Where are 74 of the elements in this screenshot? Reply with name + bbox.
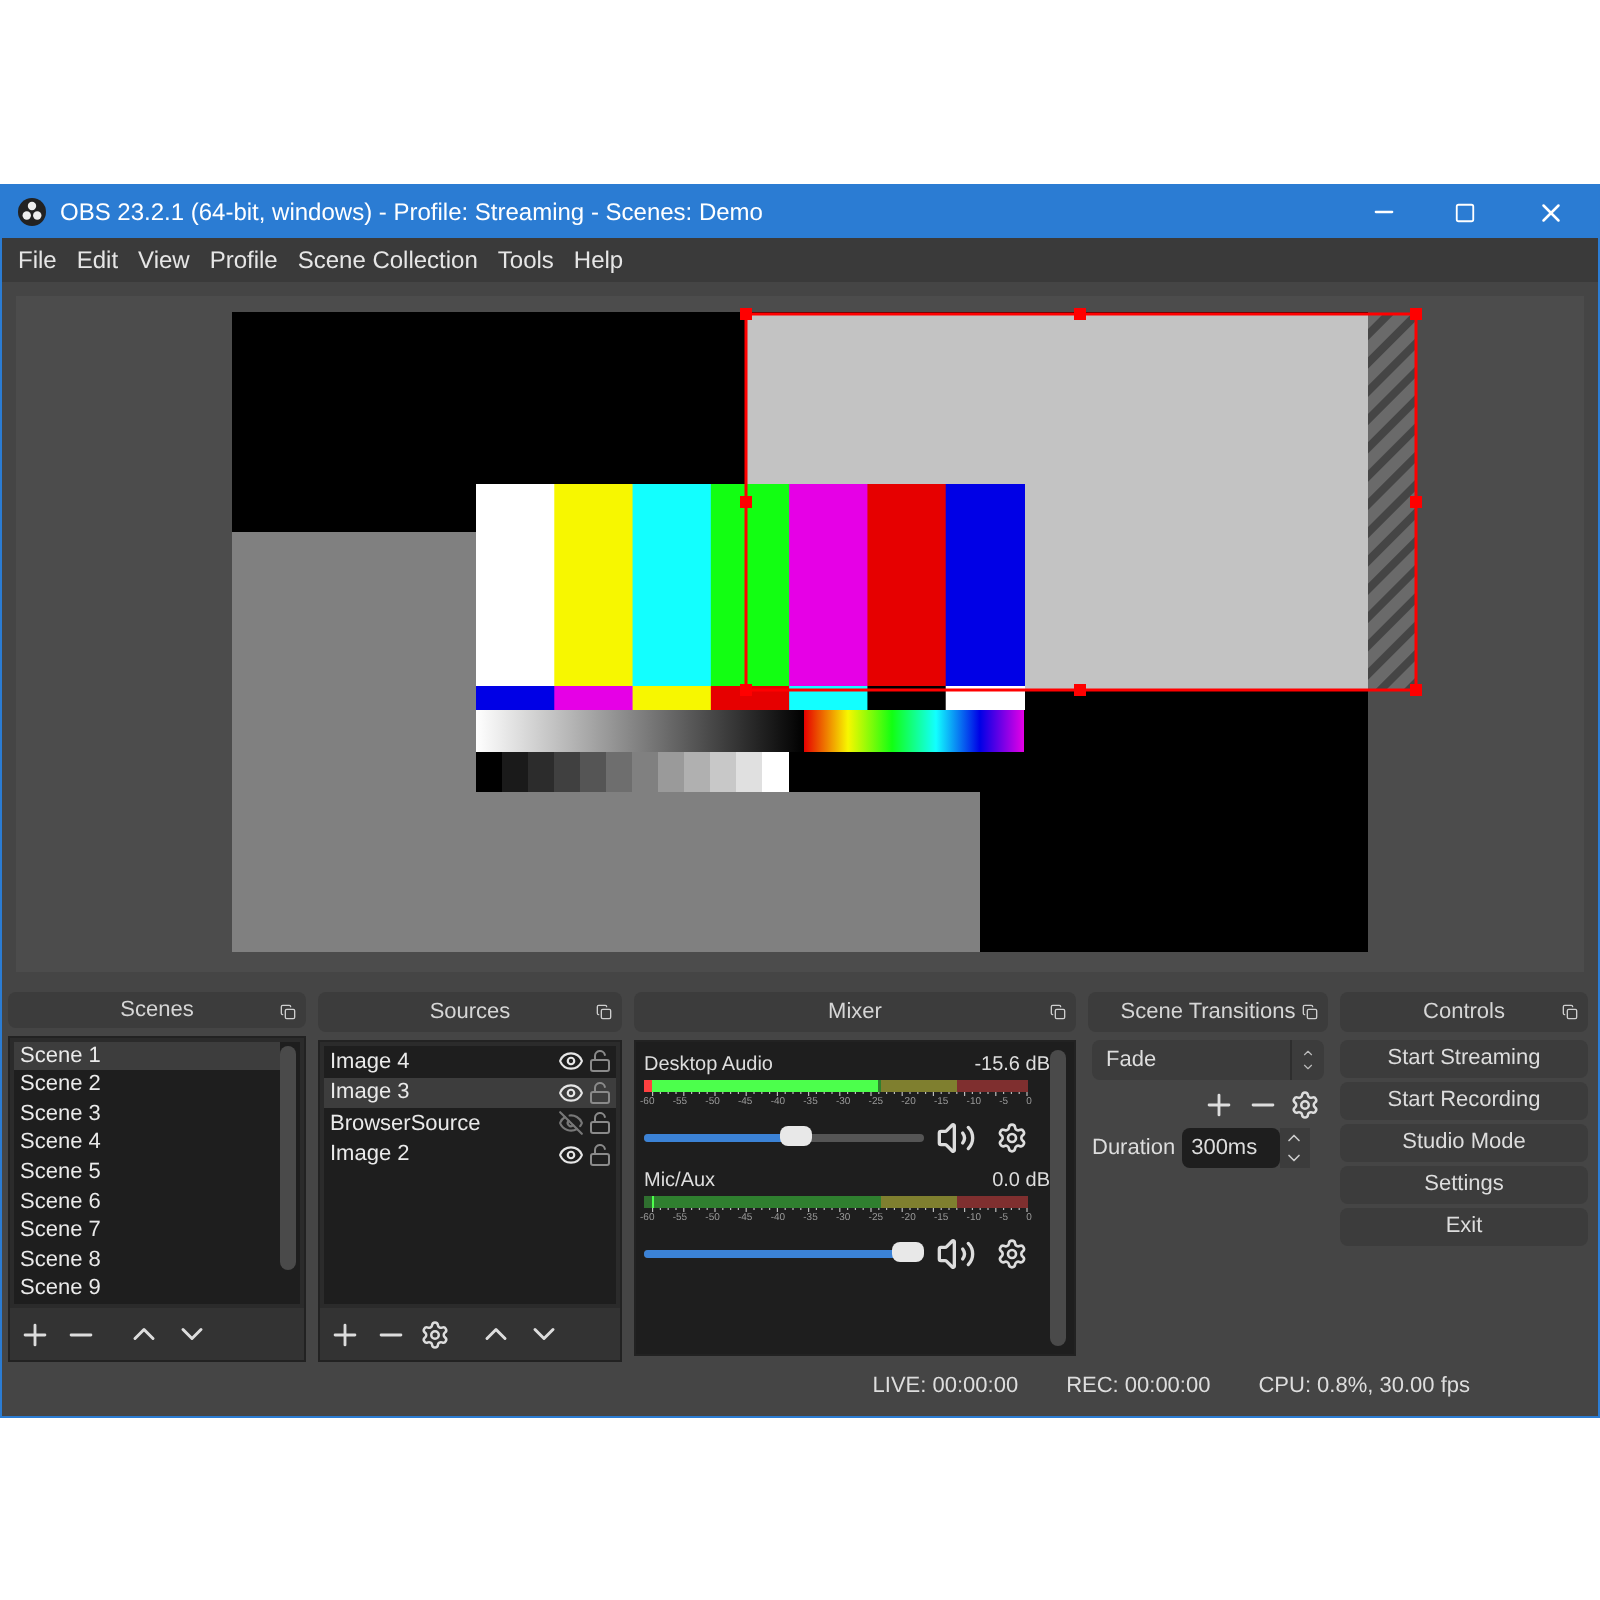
float-icon[interactable] (1302, 1004, 1318, 1020)
scene-item[interactable]: Scene 3 (14, 1099, 280, 1129)
scene-item[interactable]: Scene 1 (14, 1041, 280, 1071)
menu-item[interactable]: Scene Collection (287, 242, 488, 278)
float-icon[interactable] (280, 1004, 296, 1020)
cpu-status: CPU: 0.8%, 30.00 fps (1258, 1371, 1470, 1402)
channel-name: Desktop Audio (644, 1052, 773, 1080)
app-logo-icon (18, 198, 46, 226)
speaker-icon[interactable] (936, 1118, 976, 1158)
source-item[interactable]: Image 4 (324, 1046, 616, 1078)
menu-item[interactable]: Edit (66, 242, 129, 278)
unlock-icon[interactable] (588, 1048, 612, 1075)
spin-buttons[interactable] (1279, 1128, 1310, 1168)
settings-icon[interactable] (996, 1122, 1028, 1154)
dock-title: Scene Transitions (1120, 997, 1296, 1028)
source-item[interactable]: Image 2 (324, 1139, 616, 1171)
menu-item[interactable]: Help (563, 242, 634, 278)
transition-select[interactable]: Fade (1092, 1040, 1324, 1080)
control-button[interactable]: Settings (1340, 1166, 1588, 1204)
duration-field[interactable]: 300ms (1181, 1128, 1280, 1168)
channel-reading: -15.6 dB (974, 1052, 1050, 1080)
source-item[interactable]: Image 3 (324, 1077, 616, 1109)
settings-icon[interactable] (420, 1319, 450, 1349)
float-icon[interactable] (596, 1004, 612, 1020)
duration-label: Duration (1092, 1133, 1176, 1164)
source-name: Image 4 (330, 1047, 412, 1078)
volume-thumb[interactable] (892, 1242, 924, 1262)
scrollbar[interactable] (1050, 1050, 1066, 1346)
control-button[interactable]: Start Streaming (1340, 1040, 1588, 1078)
dock-title: Mixer (828, 997, 882, 1028)
source-name: BrowserSource (330, 1109, 483, 1140)
eye-icon[interactable] (558, 1048, 584, 1075)
rec-status: REC: 00:00:00 (1066, 1371, 1211, 1402)
control-button[interactable]: Start Recording (1340, 1082, 1588, 1120)
eye-off-icon[interactable] (558, 1110, 584, 1137)
dock-title: Controls (1423, 997, 1505, 1028)
source-item[interactable]: BrowserSource (324, 1108, 616, 1140)
menu-item[interactable]: File (8, 242, 67, 278)
clip-indicator (644, 1080, 652, 1092)
scene-item[interactable]: Scene 2 (14, 1070, 280, 1100)
dock-title: Scenes (120, 995, 194, 1026)
scene-item[interactable]: Scene 6 (14, 1187, 280, 1217)
settings-icon[interactable] (996, 1238, 1028, 1270)
control-button[interactable]: Studio Mode (1340, 1124, 1588, 1162)
scrollbar[interactable] (280, 1045, 296, 1270)
settings-icon[interactable] (1290, 1090, 1320, 1120)
eye-icon[interactable] (558, 1079, 584, 1106)
control-button[interactable]: Exit (1340, 1208, 1588, 1246)
eye-icon[interactable] (558, 1142, 584, 1169)
window-title: OBS 23.2.1 (64-bit, windows) - Profile: Streaming - Scenes: Demo (60, 196, 765, 230)
scene-item[interactable]: Scene 5 (14, 1158, 280, 1188)
channel-reading: 0.0 dB (992, 1168, 1050, 1196)
live-status: LIVE: 00:00:00 (872, 1371, 1019, 1402)
menu-item[interactable]: View (128, 242, 200, 278)
scene-item[interactable]: Scene 8 (14, 1245, 280, 1275)
float-icon[interactable] (1050, 1004, 1066, 1020)
float-icon[interactable] (1562, 1004, 1578, 1020)
channel-name: Mic/Aux (644, 1168, 716, 1196)
maximize-icon[interactable] (1454, 201, 1476, 223)
speaker-icon[interactable] (936, 1234, 976, 1274)
add-icon[interactable] (1202, 1088, 1236, 1122)
menu-item[interactable]: Tools (487, 242, 564, 278)
unlock-icon[interactable] (588, 1110, 612, 1137)
preview-canvas-drawing[interactable] (16, 296, 1584, 972)
dock-title: Sources (429, 997, 511, 1028)
unlock-icon[interactable] (588, 1142, 612, 1169)
scene-item[interactable]: Scene 4 (14, 1128, 280, 1159)
source-name: Image 3 (330, 1078, 412, 1109)
scene-item[interactable]: Scene 7 (14, 1216, 280, 1246)
volume-thumb[interactable] (780, 1126, 813, 1146)
scene-item[interactable]: Scene 9 (14, 1274, 280, 1304)
clip-indicator (644, 1196, 652, 1208)
source-name: Image 2 (330, 1140, 412, 1171)
menu-item[interactable]: Profile (199, 242, 288, 278)
